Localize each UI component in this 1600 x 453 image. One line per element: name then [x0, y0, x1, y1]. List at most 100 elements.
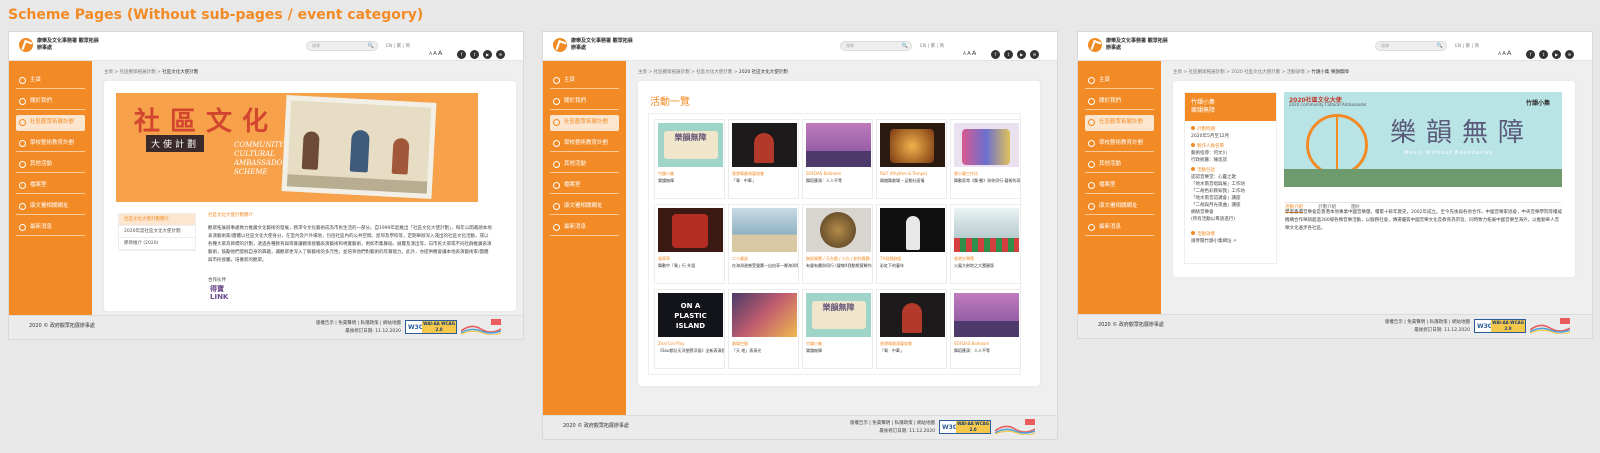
language-switch[interactable]: EN | 繁 | 简: [920, 43, 944, 49]
news-icon: [553, 224, 560, 231]
nav-item-school[interactable]: 學校藝術教育計劃: [16, 136, 85, 152]
event-credits-value: 藝術指導：何文川 行政統籌：陳思諾: [1191, 151, 1227, 163]
wcag-badge[interactable]: W3C WAI-AA WCAG 2.0: [1474, 319, 1526, 333]
font-size-small-button[interactable]: A: [429, 52, 432, 57]
nav-item-news[interactable]: 最新消息: [550, 220, 619, 236]
parade-shape: [954, 238, 1019, 252]
activity-card[interactable]: ON A PLASTIC ISLAND Zeal Cre Play 《Sou都計天洋…: [654, 289, 725, 369]
activity-card[interactable]: SOFDAS Ballroom 舞蹈匯演：人人平等: [950, 289, 1021, 369]
org-name[interactable]: 康樂及文化事務署 觀眾拓展辦事處: [571, 38, 633, 51]
twitter-icon[interactable]: t: [1004, 50, 1013, 59]
social-links: f t ▶ ✉: [1526, 41, 1578, 60]
activity-card[interactable]: 樂韻無障 竹韻小集 樂韻無障: [654, 119, 725, 199]
activity-card[interactable]: 香港文學館 火鳳大劍地之大團圓版: [950, 204, 1021, 284]
partner-logo[interactable]: 得寶 LINK: [210, 285, 240, 301]
activity-card[interactable]: 7A班戲劇組 彩虹下的童年: [876, 204, 947, 284]
wcag-badge[interactable]: W3C WAI-AA WCAG 2.0: [939, 420, 991, 434]
email-icon[interactable]: ✉: [1565, 50, 1574, 59]
facebook-icon[interactable]: f: [457, 50, 466, 59]
email-icon[interactable]: ✉: [1030, 50, 1039, 59]
community-icon: [19, 119, 26, 126]
facebook-icon[interactable]: f: [991, 50, 1000, 59]
event-website-link[interactable]: 請參閱竹韻小集網址 ↗: [1191, 238, 1277, 245]
activity-card[interactable]: 香港粵劇演藝協會 「粵 · 中華」: [728, 119, 799, 199]
font-size-large-button[interactable]: A: [972, 49, 976, 57]
activity-card[interactable]: 劇場空間 「天 地」表演光: [728, 289, 799, 369]
activity-card[interactable]: 鄧小蘭工作坊 舞動家常《舞·動》與你同行·藝術的奇妙在於大家的參與: [950, 119, 1021, 199]
footer-links[interactable]: 版權告示 | 免責聲明 | 私隱政策 | 網站地圖: [850, 420, 935, 426]
nav-item-community[interactable]: 社區觀眾拓展計劃: [16, 115, 85, 131]
nav-item-community[interactable]: 社區觀眾拓展計劃: [550, 115, 619, 131]
search-input[interactable]: 搜尋 🔍: [1375, 41, 1447, 51]
font-size-small-button[interactable]: A: [963, 52, 966, 57]
font-size-small-button[interactable]: A: [1498, 52, 1501, 57]
twitter-icon[interactable]: t: [470, 50, 479, 59]
youtube-icon[interactable]: ▶: [483, 50, 492, 59]
language-switch[interactable]: EN | 繁 | 简: [386, 43, 410, 49]
font-size-large-button[interactable]: A: [438, 49, 442, 57]
font-size-medium-button[interactable]: A: [967, 51, 971, 57]
twitter-icon[interactable]: t: [1539, 50, 1548, 59]
activity-card[interactable]: 無極樂團 / 天台戲 / 小白 / 創作舞團 有聲有畫與同行 (聲線X我動態實驗…: [802, 204, 873, 284]
youtube-icon[interactable]: ▶: [1552, 50, 1561, 59]
nav-item-home[interactable]: 主頁: [550, 73, 619, 89]
nav-item-about[interactable]: 關於我們: [550, 94, 619, 110]
activity-category: SOFDAS Ballroom: [954, 341, 990, 346]
wcag-badge[interactable]: W3C WAI-AA WCAG 2.0: [405, 320, 457, 334]
search-icon[interactable]: 🔍: [902, 43, 908, 49]
font-size-medium-button[interactable]: A: [433, 51, 437, 57]
email-icon[interactable]: ✉: [496, 50, 505, 59]
org-logo-icon[interactable]: [553, 38, 567, 52]
nav-item-archive[interactable]: 檔案室: [16, 178, 85, 194]
nav-item-links[interactable]: 康文署相關網址: [16, 199, 85, 215]
nav-item-other[interactable]: 其他活動: [16, 157, 85, 173]
font-size-large-button[interactable]: A: [1507, 49, 1511, 57]
search-icon[interactable]: 🔍: [1437, 43, 1443, 49]
org-name[interactable]: 康樂及文化事務署 觀眾拓展辦事處: [37, 38, 99, 51]
event-programme: 活動包括 認認音樂堂：心靈之歌 「地水南音唱與展」工作坊 「二胡色彩教知我」工作坊…: [1191, 167, 1277, 223]
nav-item-news[interactable]: 最新消息: [16, 220, 85, 236]
search-input[interactable]: 搜尋 🔍: [840, 41, 912, 51]
sub-menu-item[interactable]: 節目推介 (2020): [119, 238, 195, 250]
language-switch[interactable]: EN | 繁 | 简: [1455, 43, 1479, 49]
youtube-icon[interactable]: ▶: [1017, 50, 1026, 59]
nav-item-school[interactable]: 學校藝術教育計劃: [550, 136, 619, 152]
nav-item-about[interactable]: 關於我們: [1085, 94, 1154, 110]
activity-card[interactable]: 二十聲部 在海灣邊感受聲響—自由享一晚海灣電影: [728, 204, 799, 284]
activity-card[interactable]: R&T (Rhythm & Tempo) 踢踏舞劇場 – 足動社區情: [876, 119, 947, 199]
org-name[interactable]: 康樂及文化事務署 觀眾拓展辦事處: [1106, 38, 1168, 51]
org-logo-icon[interactable]: [1088, 38, 1102, 52]
nav-item-school[interactable]: 學校藝術教育計劃: [1085, 136, 1154, 152]
activity-thumbnail: 樂韻無障: [658, 123, 723, 167]
nav-item-links[interactable]: 康文署相關網址: [1085, 199, 1154, 215]
sub-menu-item[interactable]: 社區文化大使計劃簡介: [119, 214, 195, 226]
breadcrumb-path[interactable]: 主頁 > 社區觀眾拓展計劃 >: [104, 70, 162, 75]
nav-item-other[interactable]: 其他活動: [550, 157, 619, 173]
nav-item-about[interactable]: 關於我們: [16, 94, 85, 110]
nav-item-community[interactable]: 社區觀眾拓展計劃: [1085, 115, 1154, 131]
facebook-icon[interactable]: f: [1526, 50, 1535, 59]
activity-card[interactable]: 香港粵劇演藝協會 「粵 · 中華」: [876, 289, 947, 369]
search-icon[interactable]: 🔍: [368, 43, 374, 49]
event-tabs: 活動介紹 計劃介紹 圖片: [1285, 193, 1561, 213]
activity-card[interactable]: SOFDAS Ballroom 舞蹈匯演：人人平等: [802, 119, 873, 199]
breadcrumb-path[interactable]: 主頁 > 社區觀眾拓展計劃 > 社區文化大使計劃 >: [638, 70, 739, 75]
activity-card[interactable]: 風車草 舞動中「粵」行 外語: [654, 204, 725, 284]
font-size-medium-button[interactable]: A: [1502, 51, 1506, 57]
nav-item-archive[interactable]: 檔案室: [550, 178, 619, 194]
activity-thumbnail: [954, 208, 1019, 252]
footer-links[interactable]: 版權告示 | 免責聲明 | 私隱政策 | 網站地圖: [1385, 319, 1470, 325]
nav-item-other[interactable]: 其他活動: [1085, 157, 1154, 173]
nav-item-home[interactable]: 主頁: [1085, 73, 1154, 89]
activity-card[interactable]: 樂韻無障 竹韻小集 樂韻無障: [802, 289, 873, 369]
nav-item-home[interactable]: 主頁: [16, 73, 85, 89]
nav-item-news[interactable]: 最新消息: [1085, 220, 1154, 236]
breadcrumb-path[interactable]: 主頁 > 社區觀眾拓展計劃 > 2020 社區文化大使計劃 > 活動詳情 >: [1173, 70, 1311, 75]
footer-links[interactable]: 版權告示 | 免責聲明 | 私隱政策 | 網站地圖: [316, 320, 401, 326]
org-logo-icon[interactable]: [19, 38, 33, 52]
gong-shape: [820, 212, 856, 248]
search-input[interactable]: 搜尋 🔍: [306, 41, 378, 51]
nav-item-archive[interactable]: 檔案室: [1085, 178, 1154, 194]
sub-menu-item[interactable]: 2020年度社區文化大使計劃: [119, 226, 195, 238]
nav-item-links[interactable]: 康文署相關網址: [550, 199, 619, 215]
